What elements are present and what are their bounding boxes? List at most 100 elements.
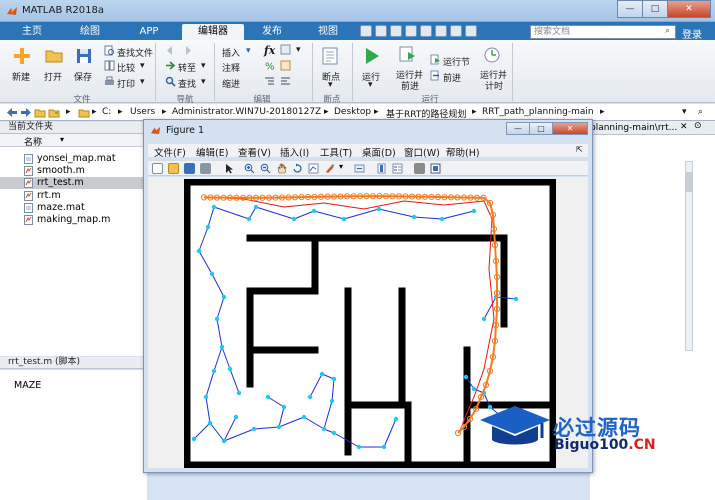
zoom-out-icon[interactable] bbox=[260, 163, 271, 174]
address-dropdown-icon[interactable]: ▾ bbox=[682, 107, 687, 117]
menu-tools[interactable]: 工具(T) bbox=[320, 145, 352, 159]
menu-edit[interactable]: 编辑(E) bbox=[196, 145, 228, 159]
switch-windows-icon[interactable] bbox=[450, 25, 462, 37]
file-list-item[interactable]: maze.mat bbox=[0, 202, 147, 214]
indent-icon[interactable] bbox=[264, 76, 275, 87]
legend-icon[interactable] bbox=[392, 163, 403, 174]
address-search-icon[interactable]: ⌕ bbox=[698, 107, 703, 117]
editor-menu-icon[interactable]: ⊙ bbox=[694, 121, 702, 131]
compare-dropdown-icon[interactable]: ▾ bbox=[140, 61, 145, 71]
menu-insert[interactable]: 插入(I) bbox=[280, 145, 309, 159]
name-column-header[interactable]: 名称 bbox=[24, 135, 42, 148]
insert-button[interactable]: 插入 bbox=[222, 46, 240, 59]
save-button[interactable]: 保存 bbox=[74, 70, 92, 83]
close-button[interactable]: ✕ bbox=[667, 0, 711, 18]
tab-publish[interactable]: 发布 bbox=[250, 24, 294, 40]
new-icon[interactable] bbox=[12, 46, 32, 66]
file-list-item-selected[interactable]: rrt_test.m bbox=[0, 177, 147, 189]
menu-file[interactable]: 文件(F) bbox=[154, 145, 186, 159]
data-cursor-icon[interactable] bbox=[308, 163, 319, 174]
open-icon[interactable] bbox=[44, 46, 64, 66]
breakpoints-icon[interactable] bbox=[320, 46, 340, 66]
uncomment-icon[interactable] bbox=[280, 60, 291, 71]
forward-icon[interactable] bbox=[20, 107, 32, 118]
hide-plot-tools-icon[interactable] bbox=[414, 163, 425, 174]
open-button[interactable]: 打开 bbox=[44, 70, 62, 83]
new-figure-icon[interactable] bbox=[152, 163, 163, 174]
file-list-item[interactable]: smooth.m bbox=[0, 165, 147, 177]
colorbar-icon[interactable] bbox=[376, 163, 387, 174]
search-documentation-input[interactable]: 搜索文档 bbox=[530, 25, 676, 39]
menu-dock-icon[interactable]: ⇱ bbox=[576, 145, 583, 154]
save-icon[interactable] bbox=[74, 46, 94, 66]
goto-button[interactable]: 转至 bbox=[178, 61, 196, 74]
show-plot-tools-icon[interactable] bbox=[430, 163, 441, 174]
indent-button[interactable]: 缩进 bbox=[222, 77, 240, 90]
back-icon[interactable] bbox=[6, 107, 18, 118]
print-button[interactable]: 打印 bbox=[117, 77, 135, 90]
address-segment[interactable]: Administrator.WIN7U-20180127Z bbox=[172, 107, 321, 117]
browse-folder-icon[interactable] bbox=[48, 107, 60, 118]
address-segment[interactable]: C: bbox=[102, 107, 111, 117]
insert-section-icon[interactable] bbox=[280, 44, 291, 55]
menu-desktop[interactable]: 桌面(D) bbox=[362, 145, 396, 159]
comment-button[interactable]: 注释 bbox=[222, 61, 240, 74]
print-dropdown-icon[interactable]: ▾ bbox=[140, 77, 145, 87]
tab-apps[interactable]: APP bbox=[126, 24, 172, 40]
tab-plots[interactable]: 绘图 bbox=[66, 24, 114, 40]
open-file-icon[interactable] bbox=[168, 163, 179, 174]
figure-minimize-button[interactable]: — bbox=[506, 122, 530, 135]
file-list-item[interactable]: yonsei_map.mat bbox=[0, 153, 147, 165]
file-list-item[interactable]: making_map.m bbox=[0, 214, 147, 226]
zoom-in-icon[interactable] bbox=[244, 163, 255, 174]
address-segment[interactable]: Users bbox=[130, 107, 155, 117]
login-button[interactable]: 登录 bbox=[682, 26, 702, 41]
sort-icon[interactable]: ▾ bbox=[60, 135, 64, 144]
advance-button[interactable]: 前进 bbox=[443, 71, 461, 84]
find-button[interactable]: 查找 bbox=[178, 77, 196, 90]
run-advance-icon[interactable] bbox=[398, 44, 418, 64]
maximize-button[interactable]: □ bbox=[642, 0, 668, 18]
rotate-3d-icon[interactable] bbox=[292, 163, 303, 174]
search-icon[interactable]: ⌕ bbox=[665, 26, 670, 36]
brush-icon[interactable] bbox=[324, 163, 335, 174]
menu-window[interactable]: 窗口(W) bbox=[404, 145, 440, 159]
undo-quick-icon[interactable] bbox=[420, 25, 432, 37]
menu-view[interactable]: 查看(V) bbox=[238, 145, 271, 159]
tab-editor[interactable]: 编辑器 bbox=[182, 24, 244, 40]
file-list-item[interactable]: rrt.m bbox=[0, 190, 147, 202]
run-dropdown-icon[interactable]: ▾ bbox=[368, 80, 373, 90]
edit-dropdown-icon[interactable]: ▾ bbox=[296, 45, 301, 55]
save-figure-icon[interactable] bbox=[184, 163, 195, 174]
decrease-indent-icon[interactable] bbox=[280, 76, 291, 87]
figure-close-button[interactable]: ✕ bbox=[552, 122, 588, 135]
print-figure-icon[interactable] bbox=[200, 163, 211, 174]
editor-scrollbar[interactable] bbox=[685, 161, 693, 351]
up-folder-icon[interactable] bbox=[34, 107, 46, 118]
redo-quick-icon[interactable] bbox=[435, 25, 447, 37]
find-dropdown-icon[interactable]: ▾ bbox=[201, 77, 206, 87]
comment-percent-icon[interactable]: % bbox=[264, 60, 275, 72]
address-segment[interactable]: RRT_path_planning-main bbox=[482, 107, 594, 117]
pointer-icon[interactable] bbox=[224, 163, 235, 174]
scrollbar-thumb[interactable] bbox=[686, 172, 692, 192]
back-forward-icon[interactable] bbox=[165, 45, 193, 56]
help-quick-icon[interactable] bbox=[465, 25, 477, 37]
copy-quick-icon[interactable] bbox=[390, 25, 402, 37]
paste-quick-icon[interactable] bbox=[405, 25, 417, 37]
pan-hand-icon[interactable] bbox=[276, 163, 287, 174]
minimize-button[interactable]: — bbox=[617, 0, 643, 18]
save-quick-icon[interactable] bbox=[360, 25, 372, 37]
cut-quick-icon[interactable] bbox=[375, 25, 387, 37]
run-section-button[interactable]: 运行节 bbox=[443, 55, 470, 68]
run-and-time-icon[interactable] bbox=[482, 44, 502, 64]
find-files-button[interactable]: 查找文件 bbox=[117, 46, 153, 59]
address-segment[interactable]: Desktop bbox=[334, 107, 371, 117]
fx-icon[interactable]: fx bbox=[264, 44, 275, 57]
editor-close-icon[interactable]: ✕ bbox=[680, 122, 688, 132]
figure-maximize-button[interactable]: □ bbox=[529, 122, 553, 135]
link-plot-icon[interactable] bbox=[354, 163, 365, 174]
tab-home[interactable]: 主页 bbox=[10, 24, 54, 40]
breakpoints-dropdown-icon[interactable]: ▾ bbox=[328, 80, 333, 90]
tab-view[interactable]: 视图 bbox=[306, 24, 350, 40]
